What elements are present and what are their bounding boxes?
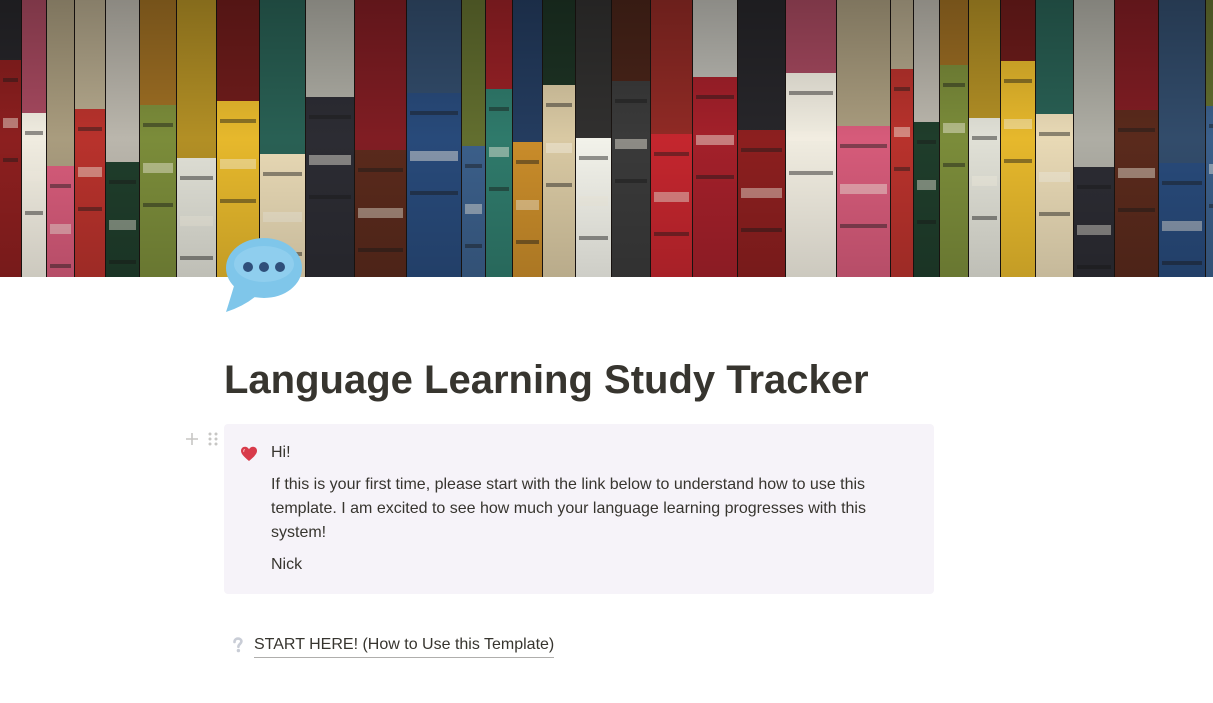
- callout-greeting: Hi!: [271, 444, 291, 461]
- speech-bubble-icon: [224, 234, 304, 314]
- start-here-page-link[interactable]: START HERE! (How to Use this Template): [230, 632, 555, 658]
- page-title[interactable]: Language Learning Study Tracker: [224, 357, 869, 403]
- callout-block[interactable]: Hi! If this is your first time, please s…: [224, 424, 934, 594]
- heart-icon[interactable]: [240, 445, 258, 463]
- start-here-link[interactable]: START HERE! (How to Use this Template): [254, 633, 555, 658]
- cover-image: [0, 0, 1213, 277]
- callout-signature: Nick: [271, 556, 303, 573]
- callout-text[interactable]: Hi! If this is your first time, please s…: [271, 441, 891, 585]
- add-block-icon[interactable]: [183, 430, 201, 448]
- callout-message: If this is your first time, please start…: [271, 476, 866, 541]
- question-mark-icon: [230, 636, 246, 654]
- drag-handle-icon[interactable]: [205, 430, 221, 448]
